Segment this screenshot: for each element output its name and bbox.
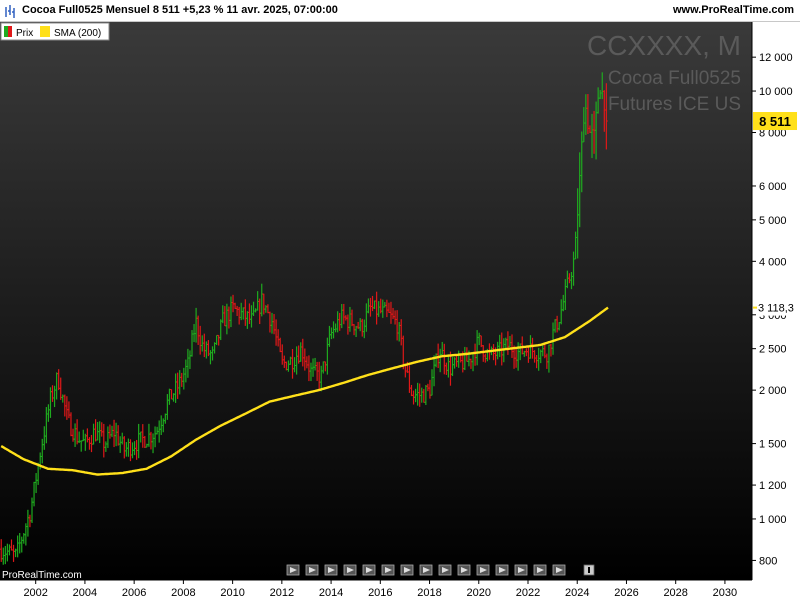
y-tick-label: 2 500 [759, 344, 787, 356]
x-tick-label: 2024 [565, 587, 589, 599]
y-tick-label: 10 000 [759, 86, 793, 98]
last-price-label: 8 511 [759, 114, 791, 129]
nav-event-icon[interactable] [305, 564, 319, 576]
chart-title: Cocoa Full0525 Mensuel 8 511 +5,23 % 11 … [22, 4, 338, 16]
y-tick-label: 4 000 [759, 256, 787, 268]
footer-brand: ProRealTime.com [2, 570, 82, 581]
nav-event-icon[interactable] [343, 564, 357, 576]
bar-chart-icon [5, 5, 15, 18]
x-tick-label: 2002 [23, 587, 47, 599]
x-tick-label: 2018 [417, 587, 441, 599]
title-bar: Cocoa Full0525 Mensuel 8 511 +5,23 % 11 … [0, 0, 800, 22]
x-tick-label: 2022 [516, 587, 540, 599]
y-tick-label: 6 000 [759, 181, 787, 193]
nav-event-icon[interactable] [514, 564, 528, 576]
legend-price-label: Prix [16, 28, 33, 39]
nav-event-icon[interactable] [552, 564, 566, 576]
watermark-symbol: CCXXXX, M [587, 30, 741, 61]
nav-event-icon[interactable] [533, 564, 547, 576]
watermark-line2: Futures ICE US [608, 94, 741, 115]
nav-event-icon[interactable] [381, 564, 395, 576]
nav-event-icon[interactable] [457, 564, 471, 576]
info-icon[interactable] [583, 564, 595, 576]
x-tick-label: 2030 [713, 587, 737, 599]
x-tick-label: 2020 [467, 587, 491, 599]
nav-event-icon[interactable] [286, 564, 300, 576]
nav-event-icon[interactable] [495, 564, 509, 576]
watermark-line1: Cocoa Full0525 [608, 68, 741, 89]
nav-event-icon[interactable] [419, 564, 433, 576]
x-tick-label: 2012 [270, 587, 294, 599]
y-tick-label: 1 000 [759, 514, 787, 526]
x-tick-label: 2006 [122, 587, 146, 599]
price-legend-swatch-up [4, 26, 8, 37]
nav-event-icon[interactable] [362, 564, 376, 576]
x-tick-label: 2028 [663, 587, 687, 599]
y-tick-label: 12 000 [759, 52, 793, 64]
x-tick-label: 2016 [368, 587, 392, 599]
nav-event-icon[interactable] [324, 564, 338, 576]
sma-legend-swatch [40, 26, 50, 37]
x-tick-label: 2014 [319, 587, 343, 599]
x-tick-label: 2004 [73, 587, 97, 599]
brand-link[interactable]: www.ProRealTime.com [673, 4, 794, 16]
nav-event-icon[interactable] [438, 564, 452, 576]
price-legend-swatch-down [8, 26, 12, 37]
chart[interactable]: Prix SMA (200) CCXXXX, M Cocoa Full0525 … [0, 22, 800, 600]
x-tick-label: 2026 [614, 587, 638, 599]
nav-event-icon[interactable] [476, 564, 490, 576]
x-tick-label: 2008 [171, 587, 195, 599]
sma-last-label: 3 118,3 [758, 303, 794, 315]
y-tick-label: 1 500 [759, 439, 787, 451]
y-tick-label: 2 000 [759, 385, 787, 397]
legend: Prix SMA (200) [0, 22, 110, 41]
legend-sma-label: SMA (200) [54, 28, 101, 39]
x-tick-label: 2010 [220, 587, 244, 599]
y-tick-label: 5 000 [759, 215, 787, 227]
nav-event-icon[interactable] [400, 564, 414, 576]
y-tick-label: 800 [759, 555, 777, 567]
y-tick-label: 1 200 [759, 480, 787, 492]
